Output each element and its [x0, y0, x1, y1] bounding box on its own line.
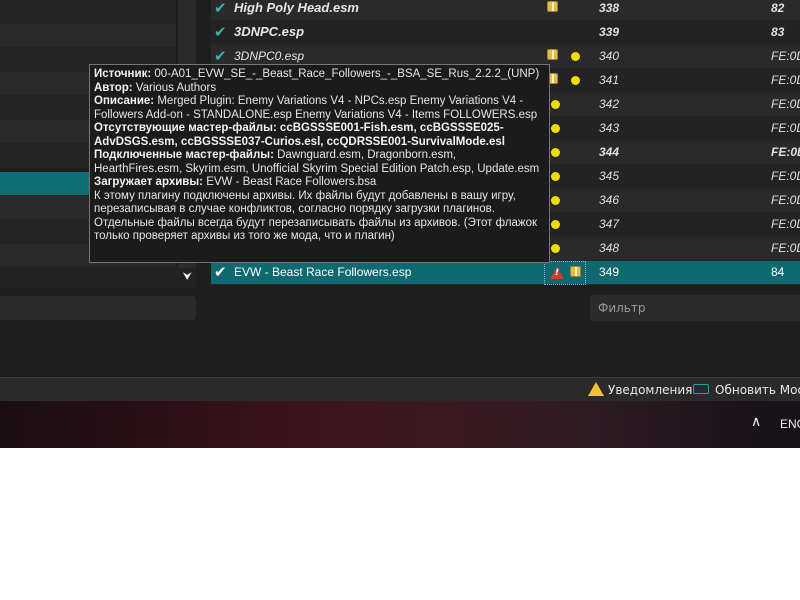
- lower-panel: [0, 330, 800, 376]
- light-plugin-icon: [571, 76, 580, 85]
- update-icon: [693, 384, 709, 394]
- plugin-flags: [544, 189, 586, 213]
- plugin-flags: [544, 0, 586, 21]
- light-plugin-icon: [551, 196, 560, 205]
- plugin-row[interactable]: ✔ 3DNPC.esp 339 83: [211, 21, 800, 45]
- light-plugin-icon: [551, 244, 560, 253]
- check-icon[interactable]: ✔: [214, 47, 232, 65]
- plugin-mod-index: FE:0D: [771, 121, 800, 135]
- plugin-flags: [544, 21, 586, 45]
- plugin-mod-index: FE:0D: [771, 217, 800, 231]
- plugin-priority: 338: [599, 1, 620, 15]
- taskbar: ∧ ENG: [0, 401, 800, 448]
- plugin-priority: 342: [599, 97, 620, 111]
- chevron-up-icon[interactable]: ∧: [751, 414, 761, 430]
- chevron-down-icon: ⮟: [182, 270, 192, 283]
- plugin-flags: [544, 117, 586, 141]
- light-plugin-icon: [551, 100, 560, 109]
- tooltip-description: Описание: Merged Plugin: Enemy Variation…: [94, 95, 538, 121]
- plugin-flags: [544, 261, 586, 285]
- notifications-label: Уведомления: [608, 383, 693, 397]
- archive-icon: [570, 266, 581, 277]
- light-plugin-icon: [571, 52, 580, 61]
- light-plugin-icon: [551, 172, 560, 181]
- plugin-priority: 349: [599, 265, 620, 279]
- plugin-filter-input[interactable]: Фильтр: [590, 295, 800, 321]
- check-icon[interactable]: ✔: [214, 23, 232, 41]
- plugin-priority: 341: [599, 73, 620, 87]
- plugin-name: 3DNPC0.esp: [234, 49, 305, 63]
- plugin-row-selected[interactable]: ✔ EVW - Beast Race Followers.esp 349 84: [211, 261, 800, 285]
- plugin-flags: [544, 165, 586, 189]
- plugin-mod-index: 84: [771, 265, 785, 279]
- plugin-priority: 340: [599, 49, 620, 63]
- mod-filter-combo[interactable]: ⮟: [0, 268, 196, 288]
- plugin-mod-index: FE:0D: [771, 73, 800, 87]
- plugin-priority: 344: [599, 145, 620, 159]
- plugin-mod-index: FE:0D: [771, 169, 800, 183]
- plugin-name: EVW - Beast Race Followers.esp: [234, 265, 412, 279]
- update-label: Обновить Mod: [715, 383, 800, 397]
- plugin-priority: 347: [599, 217, 620, 231]
- plugin-mod-index: 83: [771, 25, 785, 39]
- plugin-flags: [544, 213, 586, 237]
- plugin-priority: 345: [599, 169, 620, 183]
- light-plugin-icon: [551, 220, 560, 229]
- warning-icon[interactable]: [550, 267, 564, 279]
- status-bar: Уведомления Обновить Mod: [0, 377, 800, 402]
- plugin-mod-index: 82: [771, 1, 785, 15]
- tooltip-author: Автор: Various Authors: [94, 81, 217, 94]
- archive-icon: [547, 1, 558, 12]
- plugin-flags: [544, 93, 586, 117]
- plugin-priority: 348: [599, 241, 620, 255]
- plugin-priority: 346: [599, 193, 620, 207]
- language-indicator[interactable]: ENG: [780, 417, 800, 431]
- plugin-tooltip: Источник: 00-A01_EVW_SE_-_Beast_Race_Fol…: [89, 64, 550, 263]
- tooltip-source: Источник: 00-A01_EVW_SE_-_Beast_Race_Fol…: [94, 68, 540, 80]
- mod-filter-input[interactable]: [0, 296, 196, 320]
- light-plugin-icon: [551, 124, 560, 133]
- plugin-mod-index: FE:0D: [771, 193, 800, 207]
- plugin-flags: [544, 141, 586, 165]
- tooltip-archives-note: К этому плагину подключены архивы. Их фа…: [94, 189, 538, 243]
- check-icon[interactable]: ✔: [214, 263, 232, 281]
- tooltip-missing-masters: Отсутствующие мастер-файлы: ccBGSSSE001-…: [94, 122, 505, 148]
- check-icon[interactable]: ✔: [214, 0, 232, 17]
- plugin-flags: [544, 45, 586, 69]
- archive-icon: [547, 49, 558, 60]
- tooltip-archives: Загружает архивы: EVW - Beast Race Follo…: [94, 176, 377, 188]
- plugin-name: 3DNPC.esp: [234, 24, 305, 39]
- mod-row[interactable]: [0, 0, 176, 24]
- mod-organizer-window: ⮟ ✔ High Poly Head.esm 338 82 ✔ 3DNPC.es…: [0, 0, 800, 448]
- plugin-mod-index: FE:0D: [771, 97, 800, 111]
- plugin-flags: [544, 69, 586, 93]
- plugin-mod-index: FE:0D: [771, 145, 800, 159]
- plugin-mod-index: FE:0D: [771, 49, 800, 63]
- plugin-flags: [544, 237, 586, 261]
- mod-row[interactable]: [0, 24, 176, 48]
- plugin-priority: 339: [599, 25, 620, 39]
- plugin-name: High Poly Head.esm: [234, 0, 359, 15]
- tooltip-masters: Подключенные мастер-файлы: Dawnguard.esm…: [94, 149, 540, 175]
- plugin-mod-index: FE:0D: [771, 241, 800, 255]
- plugin-priority: 343: [599, 121, 620, 135]
- filter-placeholder: Фильтр: [598, 301, 646, 315]
- plugin-row[interactable]: ✔ High Poly Head.esm 338 82: [211, 0, 800, 21]
- light-plugin-icon: [551, 148, 560, 157]
- warning-icon: [588, 382, 604, 396]
